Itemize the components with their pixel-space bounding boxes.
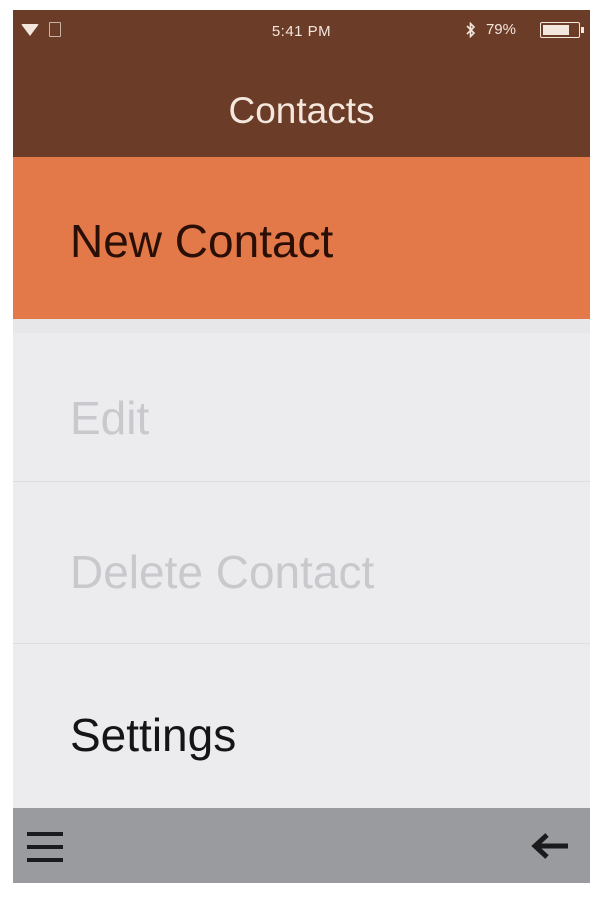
- status-bar: 5:41 PM 79%: [13, 10, 590, 56]
- menu-item-label: Settings: [70, 709, 237, 761]
- menu-item-settings[interactable]: Settings: [13, 644, 590, 808]
- battery-tip: [581, 26, 584, 33]
- hamburger-line: [27, 832, 63, 836]
- menu-item-label: Delete Contact: [70, 546, 375, 598]
- menu-item-delete-contact[interactable]: Delete Contact: [13, 482, 590, 644]
- phone-screen: 5:41 PM 79% Contacts New Contact Edit De…: [13, 10, 590, 883]
- battery-level: [543, 24, 569, 35]
- page-title: Contacts: [228, 90, 375, 131]
- app-header: 5:41 PM 79% Contacts: [13, 10, 590, 157]
- menu-item-label: New Contact: [70, 215, 334, 267]
- status-right-icons: 79%: [466, 21, 584, 38]
- menu-item-label: Edit: [70, 392, 150, 444]
- hamburger-menu-icon[interactable]: [27, 832, 63, 862]
- battery-percent: 79%: [485, 21, 516, 38]
- battery-icon: [540, 21, 584, 38]
- bluetooth-icon: [466, 21, 476, 38]
- back-arrow-icon[interactable]: [530, 831, 570, 861]
- hamburger-line: [27, 858, 63, 862]
- menu-item-edit[interactable]: Edit: [13, 319, 590, 482]
- menu-item-new-contact[interactable]: New Contact: [13, 157, 590, 319]
- bottom-toolbar: [13, 808, 590, 883]
- hamburger-line: [27, 845, 63, 849]
